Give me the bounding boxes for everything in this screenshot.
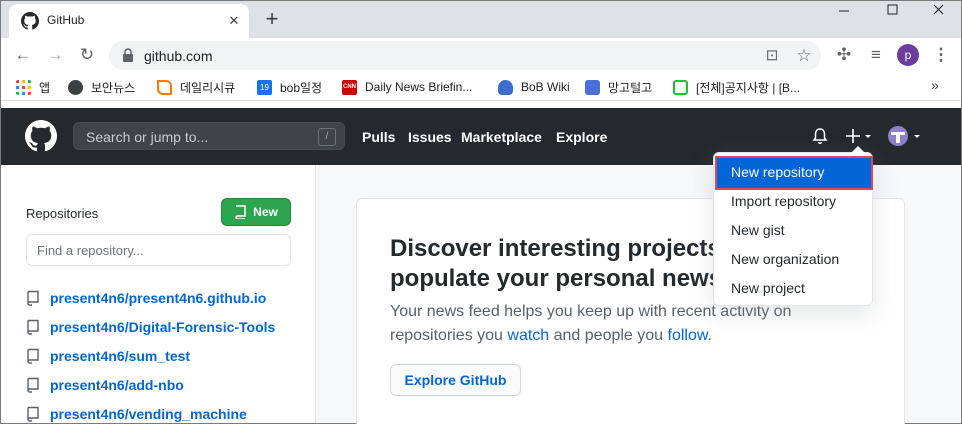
extensions-puzzle-icon[interactable]: ✣ (833, 44, 855, 66)
tab-title: GitHub (47, 13, 85, 27)
bookmark-label: 데일리시큐 (180, 80, 236, 95)
bookmark-dailysecu[interactable]: 데일리시큐 (157, 78, 235, 96)
repo-link[interactable]: present4n6/present4n6.github.io (50, 290, 266, 306)
dashboard-sidebar: Repositories New present4n6/present4n6.g… (1, 165, 316, 423)
repo-icon (27, 290, 39, 306)
bookmark-apps[interactable]: 앱 (16, 78, 50, 96)
repo-link[interactable]: present4n6/add-nbo (50, 377, 184, 393)
browser-tab-strip: GitHub ✕ + (1, 1, 961, 38)
list-item[interactable]: present4n6/sum_test (26, 341, 306, 370)
wiki-shield-icon (498, 79, 513, 95)
repositories-heading: Repositories (26, 206, 99, 221)
back-arrow-icon[interactable]: ← (12, 44, 34, 66)
bookmark-label: 앱 (39, 80, 51, 95)
follow-link[interactable]: follow (668, 327, 708, 344)
reading-list-icon[interactable]: ≡ (865, 44, 887, 66)
bookmark-label: 보안뉴스 (91, 80, 136, 95)
new-tab-plus-icon[interactable]: + (259, 7, 285, 33)
search-shortcut-badge: / (318, 128, 336, 146)
nav-explore[interactable]: Explore (556, 129, 607, 145)
bookmark-notice[interactable]: [전체]공지사항 | [B... (673, 78, 800, 96)
user-avatar-menu-icon[interactable] (887, 125, 923, 147)
more-bookmarks-chevron-icon[interactable]: » (931, 77, 939, 93)
new-repository-button[interactable]: New (221, 198, 291, 226)
list-item[interactable]: present4n6/present4n6.github.io (26, 283, 306, 312)
dropdown-caret (851, 146, 865, 153)
cnn-logo-icon: CNN (342, 79, 357, 95)
dailysecu-logo-icon (157, 79, 172, 95)
mango-logo-icon (585, 79, 600, 95)
repo-icon (27, 377, 39, 393)
browser-tab[interactable]: GitHub ✕ (9, 4, 249, 38)
repo-link[interactable]: present4n6/Digital-Forensic-Tools (50, 319, 275, 335)
bookmark-star-icon[interactable]: ☆ (793, 45, 815, 67)
tab-close-icon[interactable]: ✕ (225, 12, 243, 30)
github-logo-icon[interactable] (25, 120, 57, 152)
notice-logo-icon (673, 79, 688, 95)
menu-item-new-gist[interactable]: New gist (714, 216, 872, 245)
create-new-plus-icon[interactable] (843, 125, 875, 147)
repo-icon (27, 319, 39, 335)
repo-link[interactable]: present4n6/sum_test (50, 348, 190, 364)
menu-item-import-repository[interactable]: Import repository (714, 187, 872, 216)
browser-menu-kebab-icon[interactable]: ⋮ (930, 44, 952, 66)
watch-link[interactable]: watch (507, 327, 549, 344)
profile-avatar[interactable]: p (897, 44, 919, 66)
lock-icon (123, 48, 133, 62)
repo-icon (27, 406, 39, 422)
repository-list: present4n6/present4n6.github.io present4… (26, 283, 306, 424)
search-placeholder: Search or jump to... (86, 129, 209, 145)
forward-arrow-icon[interactable]: → (44, 44, 66, 66)
bookmark-label: 망고털고 (608, 80, 653, 95)
notification-bell-icon[interactable] (811, 127, 829, 145)
nav-marketplace[interactable]: Marketplace (461, 129, 542, 145)
translate-icon[interactable]: ⊡ (761, 45, 783, 67)
nav-issues[interactable]: Issues (408, 129, 452, 145)
explore-github-button[interactable]: Explore GitHub (390, 364, 521, 396)
menu-item-new-project[interactable]: New project (714, 274, 872, 303)
bookmark-label: BoB Wiki (521, 80, 570, 94)
bookmarks-bar: 앱 보안뉴스 데일리시큐 19 bob일정 CNN Daily News Bri… (1, 73, 961, 101)
url-text: github.com (144, 48, 213, 64)
repo-link[interactable]: present4n6/vending_machine (50, 406, 247, 422)
bookmark-label: Daily News Briefin... (365, 80, 473, 94)
menu-item-new-repository[interactable]: New repository (715, 156, 873, 190)
bookmark-cnn-briefing[interactable]: CNN Daily News Briefin... (342, 78, 472, 96)
window-maximize-icon[interactable] (869, 1, 915, 21)
apps-grid-icon (16, 79, 31, 95)
calendar-19-icon: 19 (257, 79, 272, 95)
window-close-icon[interactable] (915, 1, 961, 21)
bookmark-label: [전체]공지사항 | [B... (696, 80, 801, 95)
create-new-dropdown: New repository Import repository New gis… (713, 146, 873, 306)
description-text: . (707, 327, 712, 344)
nav-pulls[interactable]: Pulls (362, 129, 395, 145)
list-item[interactable]: present4n6/Digital-Forensic-Tools (26, 312, 306, 341)
bookmark-label: bob일정 (280, 80, 323, 95)
new-button-label: New (253, 205, 278, 219)
address-bar[interactable]: github.com ⊡ ☆ (109, 41, 821, 70)
bookmark-mango[interactable]: 망고털고 (585, 78, 652, 96)
window-minimize-icon[interactable] (821, 1, 867, 21)
bookmark-boannews[interactable]: 보안뉴스 (68, 78, 135, 96)
github-search-input[interactable]: Search or jump to... / (73, 122, 345, 150)
globe-icon (68, 79, 83, 95)
find-repository-input[interactable] (26, 234, 291, 266)
browser-toolbar: ← → ↻ github.com ⊡ ☆ ✣ ≡ p ⋮ (1, 38, 961, 73)
menu-item-new-organization[interactable]: New organization (714, 245, 872, 274)
bookmark-bob-schedule[interactable]: 19 bob일정 (257, 78, 322, 96)
bookmark-bob-wiki[interactable]: BoB Wiki (498, 78, 570, 96)
list-item[interactable]: present4n6/vending_machine (26, 399, 306, 424)
github-favicon-icon (21, 12, 39, 30)
reload-icon[interactable]: ↻ (76, 44, 98, 66)
repo-icon (27, 348, 39, 364)
description-text: and people you (549, 327, 668, 344)
list-item[interactable]: present4n6/add-nbo (26, 370, 306, 399)
repo-book-icon (235, 205, 246, 219)
discover-description: Your news feed helps you keep up with re… (390, 300, 810, 348)
